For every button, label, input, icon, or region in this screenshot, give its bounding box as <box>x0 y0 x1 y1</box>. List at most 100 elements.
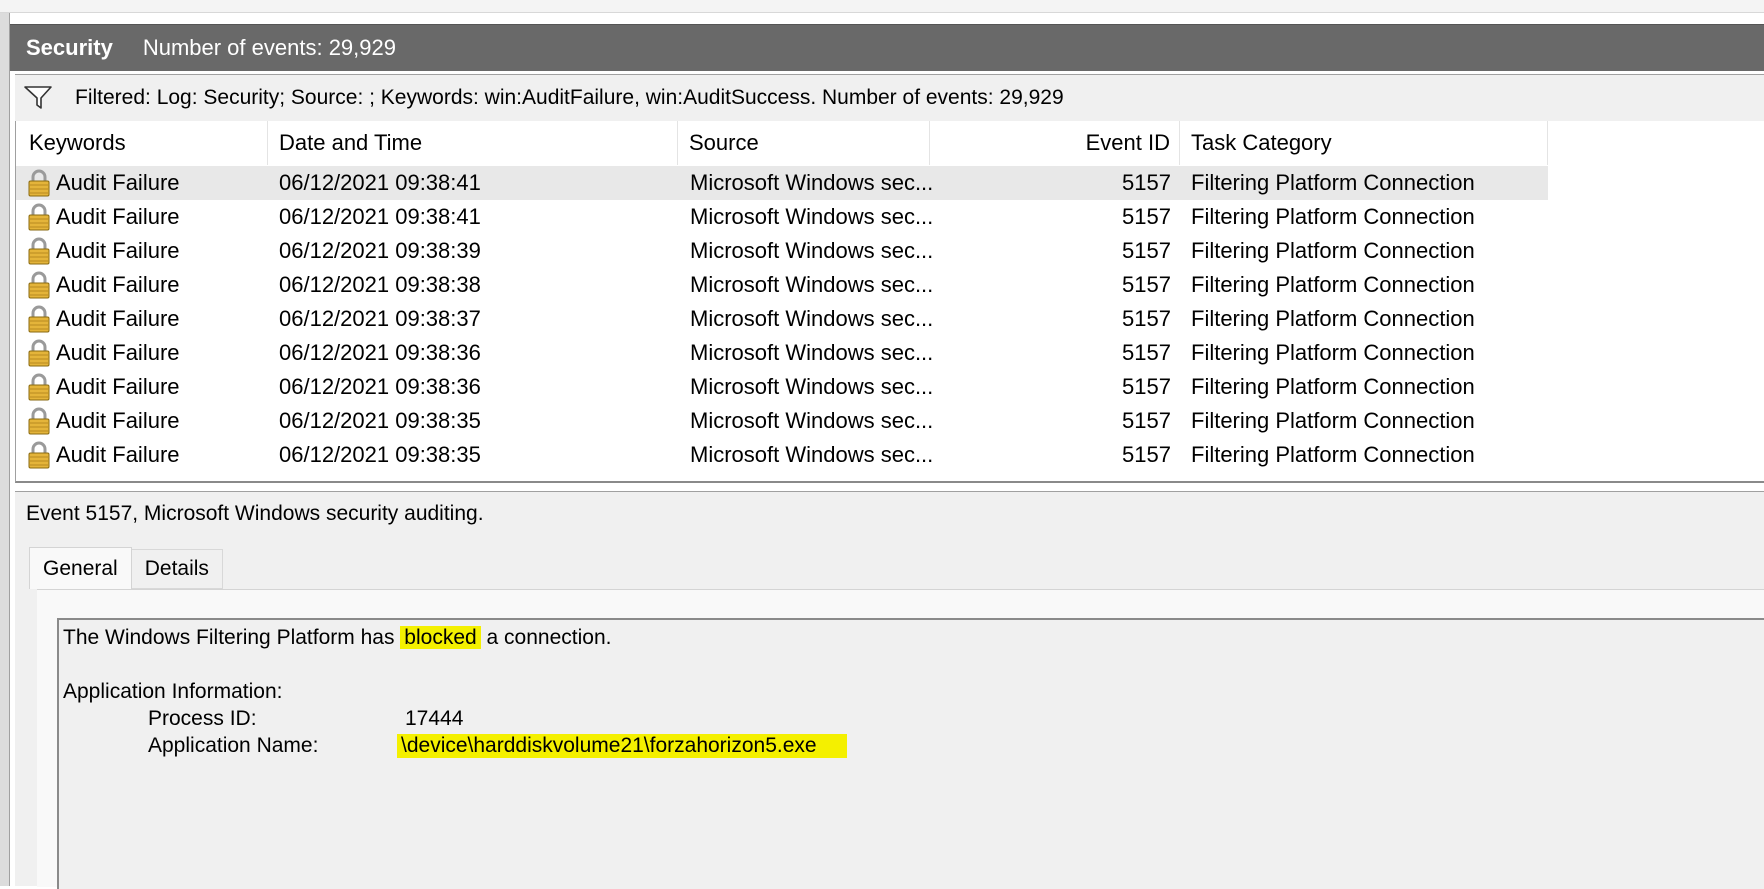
table-row[interactable]: Audit Failure 06/12/2021 09:38:41 Microsof… <box>16 200 1548 234</box>
cell-date-time: 06/12/2021 09:38:39 <box>279 238 481 263</box>
event-message-box[interactable]: The Windows Filtering Platform has block… <box>57 618 1764 889</box>
filter-bar: Filtered: Log: Security; Source: ; Keywo… <box>15 74 1764 122</box>
detail-tabs: General Details <box>29 547 223 589</box>
cell-event-id: 5157 <box>1122 170 1171 195</box>
section-app-info: Application Information: <box>63 680 283 703</box>
cell-source: Microsoft Windows sec... <box>690 170 934 195</box>
cell-task-category: Filtering Platform Connection <box>1191 238 1475 263</box>
cell-task-category: Filtering Platform Connection <box>1191 340 1475 365</box>
table-row[interactable]: Audit Failure 06/12/2021 09:38:35 Microsof… <box>16 404 1548 438</box>
process-id-value: 17444 <box>405 707 464 730</box>
table-row[interactable]: Audit Failure 06/12/2021 09:38:38 Microsof… <box>16 268 1548 302</box>
event-count: Number of events: 29,929 <box>142 35 396 60</box>
lock-icon <box>28 305 50 333</box>
lock-icon <box>28 237 50 265</box>
message-text-after: a connection. <box>486 626 612 649</box>
cell-keywords: Audit Failure <box>28 200 180 234</box>
cell-event-id: 5157 <box>1122 238 1171 263</box>
cell-date-time: 06/12/2021 09:38:36 <box>279 340 481 365</box>
column-header-date-time[interactable]: Date and Time <box>268 121 678 165</box>
cell-task-category: Filtering Platform Connection <box>1191 442 1475 467</box>
cell-source: Microsoft Windows sec... <box>690 408 934 433</box>
left-pane-frame <box>0 13 10 886</box>
cell-event-id: 5157 <box>1122 408 1171 433</box>
event-detail-pane: General Details The Windows Filtering Pl… <box>15 536 1764 889</box>
cell-task-category: Filtering Platform Connection <box>1191 374 1475 399</box>
cell-date-time: 06/12/2021 09:38:35 <box>279 408 481 433</box>
cell-event-id: 5157 <box>1122 442 1171 467</box>
lock-icon <box>28 441 50 469</box>
lock-icon <box>28 373 50 401</box>
app-name-value: \device\harddiskvolume21\forzahorizon5.e… <box>397 734 847 758</box>
cell-date-time: 06/12/2021 09:38:41 <box>279 204 481 229</box>
keyword-text: Audit Failure <box>56 204 180 229</box>
cell-keywords: Audit Failure <box>28 438 180 472</box>
column-header-keywords[interactable]: Keywords <box>16 121 268 165</box>
lock-icon <box>28 203 50 231</box>
cell-keywords: Audit Failure <box>28 336 180 370</box>
keyword-text: Audit Failure <box>56 238 180 263</box>
cell-event-id: 5157 <box>1122 204 1171 229</box>
table-row[interactable]: Audit Failure 06/12/2021 09:38:41 Microsof… <box>16 166 1548 200</box>
message-line-1: The Windows Filtering Platform has block… <box>63 626 611 650</box>
cell-date-time: 06/12/2021 09:38:41 <box>279 170 481 195</box>
lock-icon <box>28 271 50 299</box>
cell-source: Microsoft Windows sec... <box>690 306 934 331</box>
lock-icon <box>28 169 50 197</box>
cell-keywords: Audit Failure <box>28 234 180 268</box>
cell-keywords: Audit Failure <box>28 302 180 336</box>
log-name: Security <box>26 35 113 60</box>
filter-description: Filtered: Log: Security; Source: ; Keywo… <box>75 86 1064 109</box>
process-id-label: Process ID: <box>148 707 257 730</box>
general-tab-panel: The Windows Filtering Platform has block… <box>37 589 1764 889</box>
table-row[interactable]: Audit Failure 06/12/2021 09:38:39 Microsof… <box>16 234 1548 268</box>
cell-keywords: Audit Failure <box>28 268 180 302</box>
cell-event-id: 5157 <box>1122 272 1171 297</box>
cell-task-category: Filtering Platform Connection <box>1191 272 1475 297</box>
event-detail-title: Event 5157, Microsoft Windows security a… <box>26 502 484 525</box>
cell-source: Microsoft Windows sec... <box>690 204 934 229</box>
cell-task-category: Filtering Platform Connection <box>1191 204 1475 229</box>
lock-icon <box>28 407 50 435</box>
cell-task-category: Filtering Platform Connection <box>1191 306 1475 331</box>
tab-general[interactable]: General <box>29 547 132 589</box>
column-header-event-id[interactable]: Event ID <box>930 121 1180 165</box>
funnel-icon <box>24 86 52 109</box>
app-name-label: Application Name: <box>148 734 319 757</box>
event-list[interactable]: Keywords Date and Time Source Event ID T… <box>15 121 1764 483</box>
cell-task-category: Filtering Platform Connection <box>1191 408 1475 433</box>
table-row[interactable]: Audit Failure 06/12/2021 09:38:36 Microsof… <box>16 336 1548 370</box>
event-detail-header: Event 5157, Microsoft Windows security a… <box>15 491 1764 537</box>
cell-source: Microsoft Windows sec... <box>690 238 934 263</box>
cell-date-time: 06/12/2021 09:38:36 <box>279 374 481 399</box>
cell-date-time: 06/12/2021 09:38:35 <box>279 442 481 467</box>
keyword-text: Audit Failure <box>56 340 180 365</box>
column-header-source[interactable]: Source <box>678 121 930 165</box>
cell-source: Microsoft Windows sec... <box>690 340 934 365</box>
cell-keywords: Audit Failure <box>28 166 180 200</box>
keyword-text: Audit Failure <box>56 442 180 467</box>
cell-source: Microsoft Windows sec... <box>690 272 934 297</box>
message-text-before: The Windows Filtering Platform has <box>63 626 395 649</box>
cell-event-id: 5157 <box>1122 374 1171 399</box>
cell-date-time: 06/12/2021 09:38:38 <box>279 272 481 297</box>
cell-source: Microsoft Windows sec... <box>690 442 934 467</box>
lock-icon <box>28 339 50 367</box>
keyword-text: Audit Failure <box>56 170 180 195</box>
tab-details[interactable]: Details <box>131 549 223 589</box>
keyword-text: Audit Failure <box>56 306 180 331</box>
table-row[interactable]: Audit Failure 06/12/2021 09:38:35 Microsof… <box>16 438 1548 472</box>
cell-event-id: 5157 <box>1122 340 1171 365</box>
cell-source: Microsoft Windows sec... <box>690 374 934 399</box>
keyword-text: Audit Failure <box>56 374 180 399</box>
cell-date-time: 06/12/2021 09:38:37 <box>279 306 481 331</box>
cell-event-id: 5157 <box>1122 306 1171 331</box>
cell-keywords: Audit Failure <box>28 404 180 438</box>
log-title-bar: Security Number of events: 29,929 <box>10 24 1764 71</box>
table-row[interactable]: Audit Failure 06/12/2021 09:38:36 Microsof… <box>16 370 1548 404</box>
cell-keywords: Audit Failure <box>28 370 180 404</box>
table-row[interactable]: Audit Failure 06/12/2021 09:38:37 Microsof… <box>16 302 1548 336</box>
window-top-strip <box>0 0 1764 13</box>
cell-task-category: Filtering Platform Connection <box>1191 170 1475 195</box>
column-header-task-category[interactable]: Task Category <box>1180 121 1548 165</box>
